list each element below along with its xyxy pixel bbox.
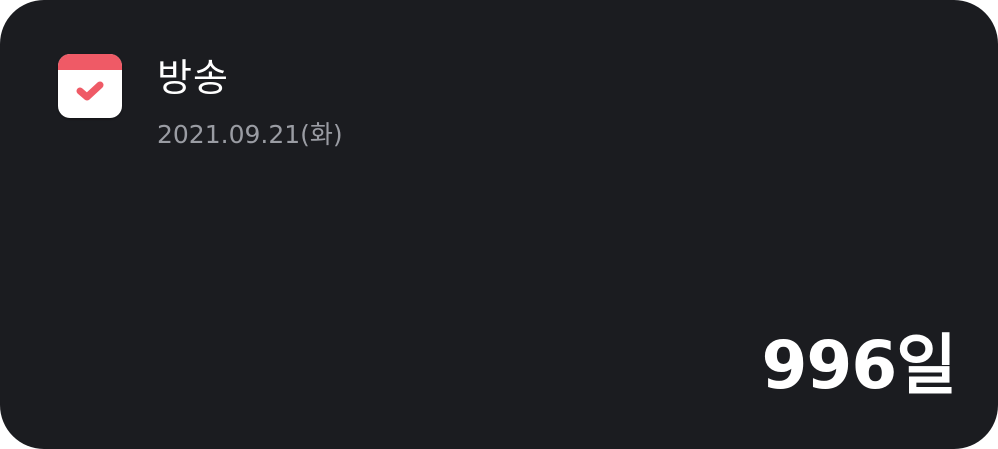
dday-widget[interactable]: 방송 2021.09.21(화) 996일	[0, 0, 998, 449]
event-title: 방송	[157, 56, 229, 100]
day-count: 996일	[761, 327, 957, 404]
event-date: 2021.09.21(화)	[157, 120, 343, 149]
checkmark-icon	[76, 81, 104, 101]
calendar-check-icon	[58, 54, 122, 118]
